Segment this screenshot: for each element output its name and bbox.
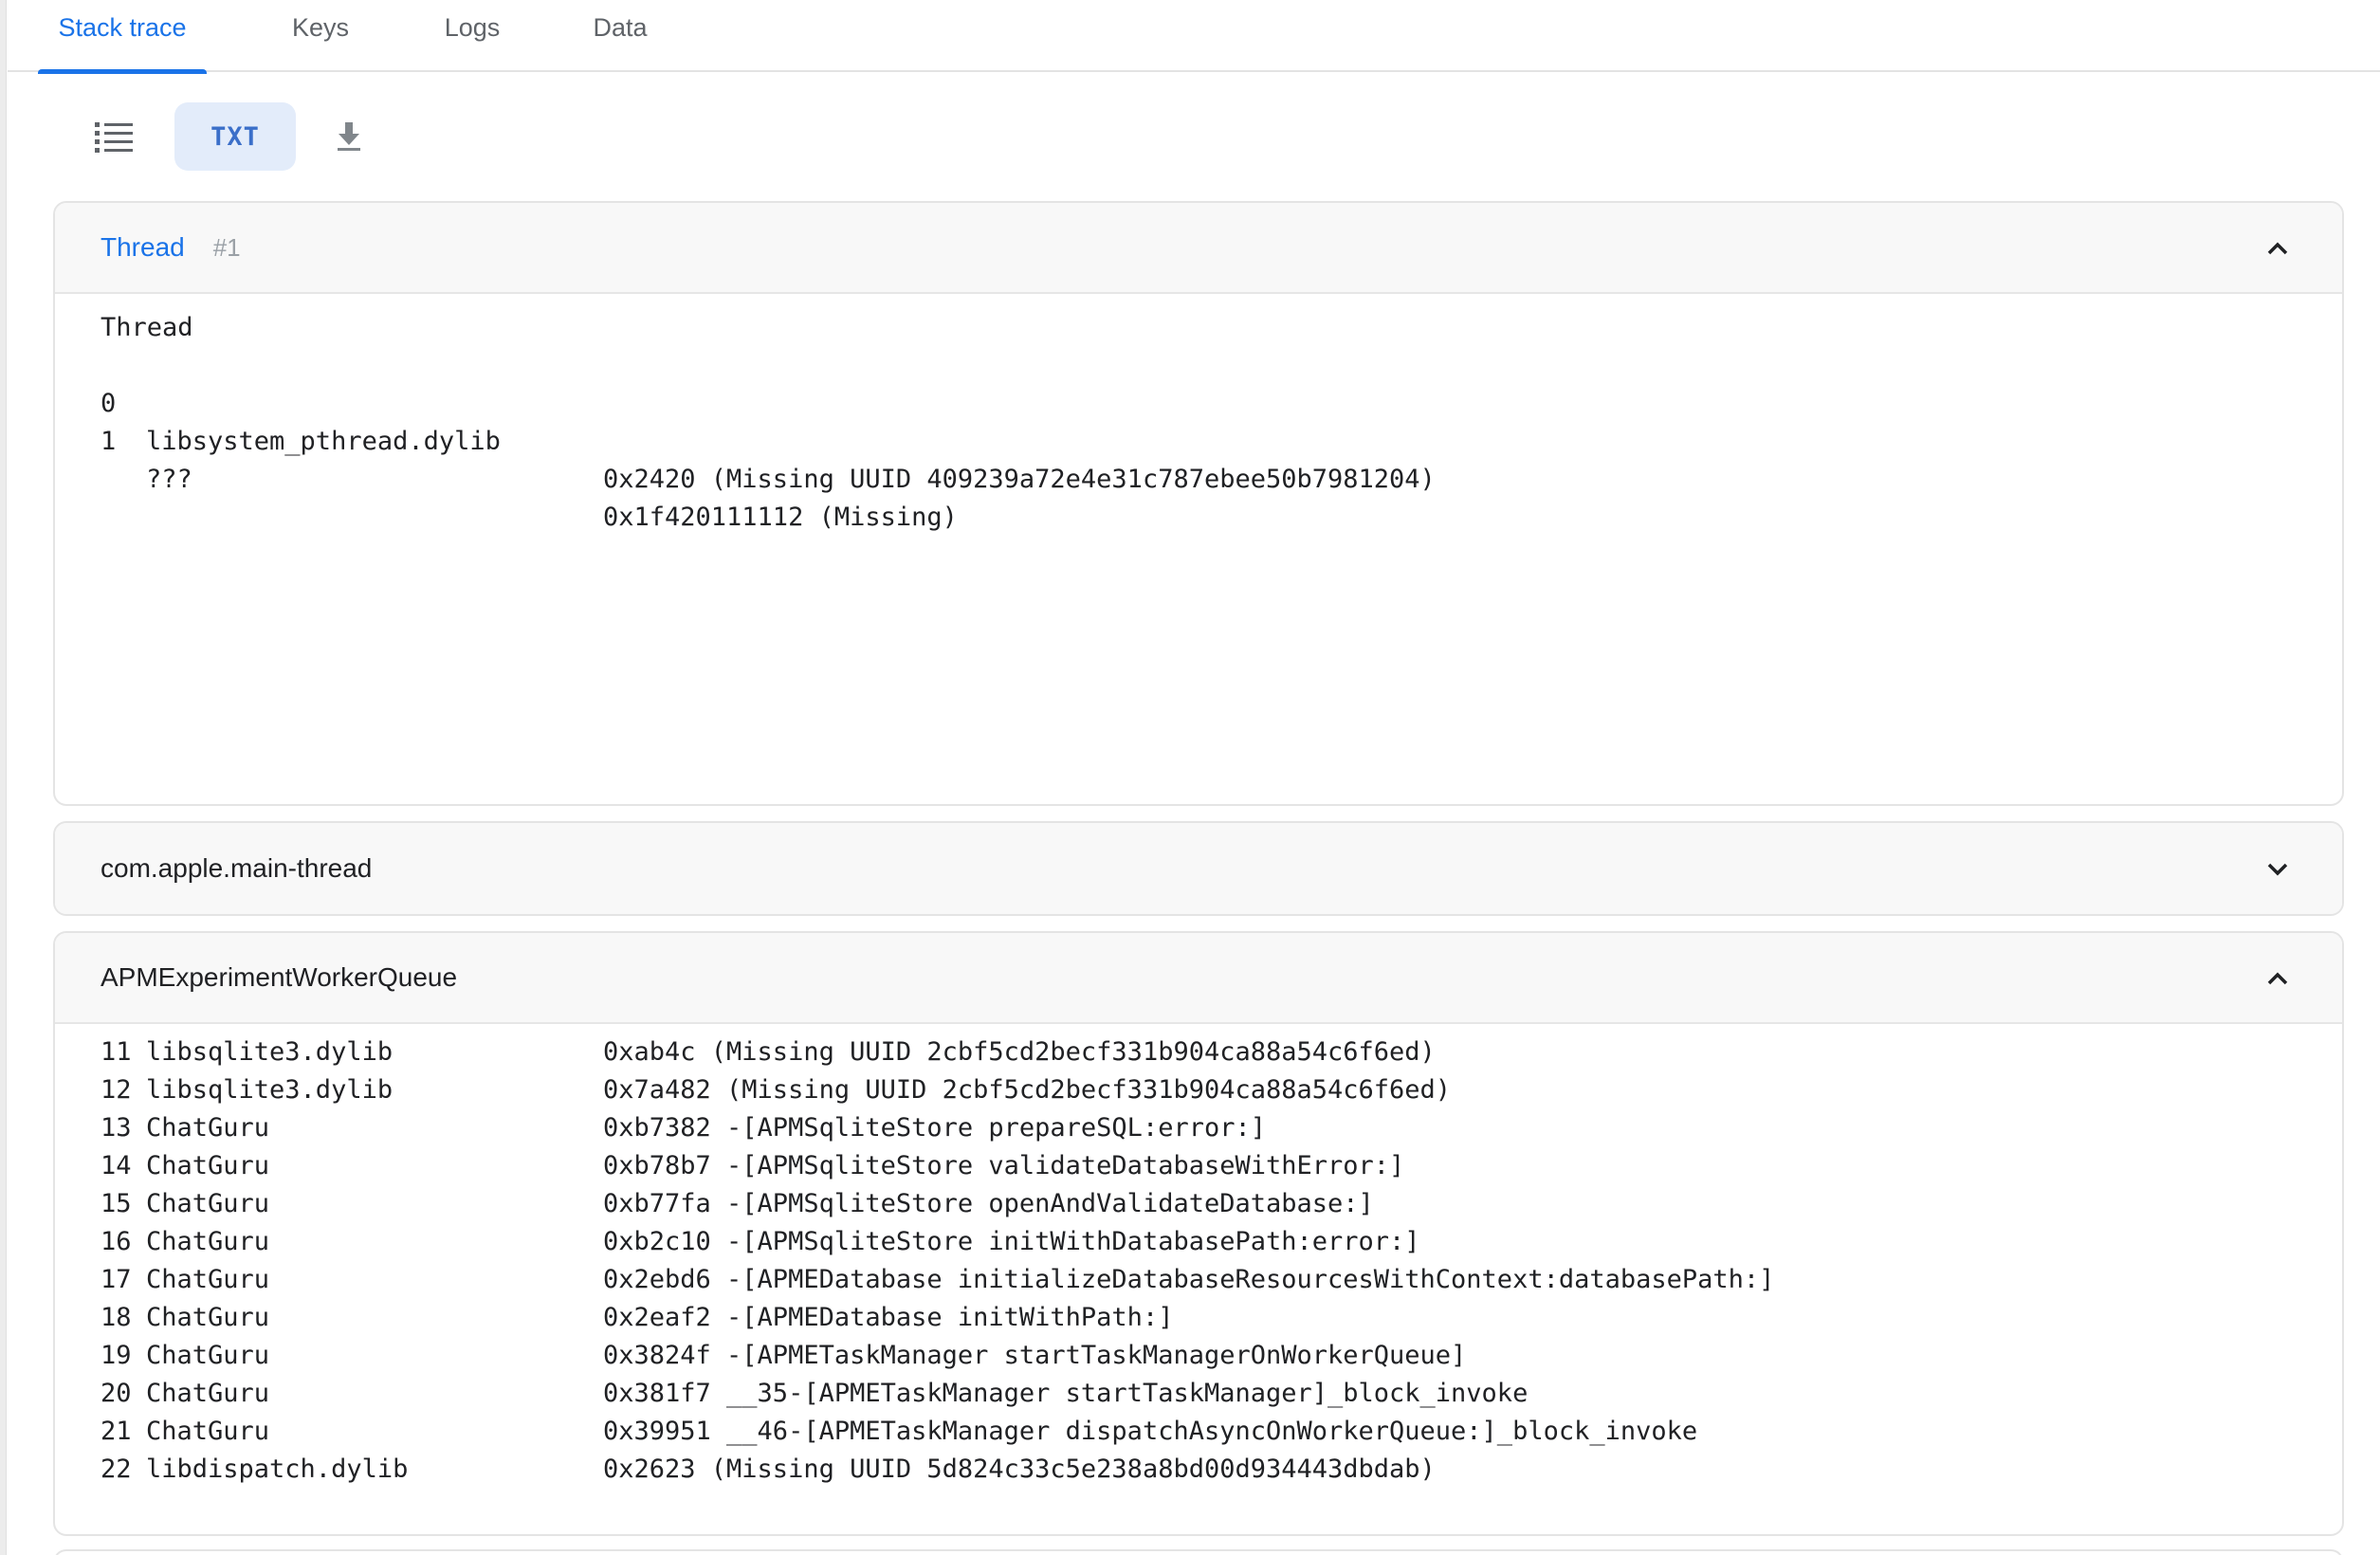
frame-index: 17 (101, 1265, 132, 1294)
frame-symbol: 0x2420 (Missing UUID 409239a72e4e31c787e… (603, 465, 1436, 494)
thread-panel-header[interactable]: Thread #1 (55, 203, 2342, 294)
tab-label: Data (593, 13, 648, 42)
frame-symbol: 0x2eaf2 -[APMEDatabase initWithPath:] (603, 1303, 1174, 1332)
frame-symbol: 0x2623 (Missing UUID 5d824c33c5e238a8bd0… (603, 1454, 1436, 1484)
worker-queue-panel-header[interactable]: APMExperimentWorkerQueue (55, 933, 2342, 1024)
thread-title: Thread (101, 232, 185, 262)
frame-index: 20 (101, 1379, 132, 1408)
frame-symbol: 0x381f7 __35-[APMETaskManager startTaskM… (603, 1379, 1529, 1408)
tab-label: Logs (444, 13, 501, 42)
frame-library: libsystem_pthread.dylib (146, 427, 501, 456)
frame-library: ChatGuru (146, 1265, 270, 1294)
frame-library: libdispatch.dylib (146, 1454, 409, 1484)
tab-data[interactable]: Data (573, 0, 668, 72)
frame-index: 21 (101, 1417, 132, 1446)
left-border (0, 0, 7, 1555)
tab-keys[interactable]: Keys (273, 0, 368, 72)
frame-index: 1 (101, 427, 117, 456)
frame-library: ChatGuru (146, 1303, 270, 1332)
tab-bar: Stack trace Keys Logs Data (8, 0, 2380, 74)
frame-symbol: 0x39951 __46-[APMETaskManager dispatchAs… (603, 1417, 1698, 1446)
frame-symbol: 0xb77fa -[APMSqliteStore openAndValidate… (603, 1189, 1374, 1218)
frame-symbol: 0x3824f -[APMETaskManager startTaskManag… (603, 1341, 1467, 1370)
main-thread-panel-header[interactable]: com.apple.main-thread (55, 823, 2342, 914)
frame-index: 11 (101, 1037, 132, 1067)
list-view-button[interactable] (53, 102, 174, 171)
frame-symbol: 0x1f420111112 (Missing) (603, 503, 958, 532)
thread-text-header: Thread (101, 313, 193, 342)
frame-symbol: 0xb78b7 -[APMSqliteStore validateDatabas… (603, 1151, 1405, 1180)
chevron-down-icon[interactable] (2264, 855, 2291, 882)
main-thread-title: com.apple.main-thread (101, 853, 373, 883)
frame-symbol: 0xab4c (Missing UUID 2cbf5cd2becf331b904… (603, 1037, 1436, 1067)
frame-symbol: 0xb7382 -[APMSqliteStore prepareSQL:erro… (603, 1113, 1266, 1143)
worker-queue-title: APMExperimentWorkerQueue (101, 962, 458, 992)
frame-row: 1 ??? 0x1f420111112 (Missing) (101, 385, 958, 532)
thread-number: #1 (212, 232, 241, 262)
worker-queue-stack-text[interactable]: 11 libsqlite3.dylib 0xab4c (Missing UUID 2… (55, 1024, 2342, 1534)
frame-index: 16 (101, 1227, 132, 1256)
tab-logs[interactable]: Logs (425, 0, 520, 72)
chevron-up-icon[interactable] (2264, 235, 2291, 262)
tab-label: Stack trace (58, 13, 187, 42)
frame-index: 19 (101, 1341, 132, 1370)
frame-library: ChatGuru (146, 1189, 270, 1218)
frame-library: ChatGuru (146, 1151, 270, 1180)
frame-library: ??? (146, 465, 192, 494)
txt-label: TXT (211, 121, 260, 152)
tab-label: Keys (291, 13, 350, 42)
download-button[interactable] (296, 102, 402, 171)
frame-library: libsqlite3.dylib (146, 1075, 394, 1105)
tab-stack-trace[interactable]: Stack trace (38, 0, 207, 74)
frame-index: 14 (101, 1151, 132, 1180)
next-thread-panel (53, 1549, 2344, 1555)
worker-queue-panel: APMExperimentWorkerQueue 11 libsqlite3.dy… (53, 931, 2344, 1536)
active-tab-indicator (38, 69, 207, 74)
frame-symbol: 0xb2c10 -[APMSqliteStore initWithDatabas… (603, 1227, 1420, 1256)
frame-library: ChatGuru (146, 1417, 270, 1446)
frame-row: 0 libsystem_pthread.dylib 0x2420 (Missin… (101, 347, 1436, 494)
frame-index: 22 (101, 1454, 132, 1484)
txt-view-button[interactable]: TXT (174, 102, 296, 171)
frame-library: libsqlite3.dylib (146, 1037, 394, 1067)
frame-library: ChatGuru (146, 1113, 270, 1143)
download-icon (338, 122, 360, 151)
frame-index: 13 (101, 1113, 132, 1143)
frame-index: 15 (101, 1189, 132, 1218)
frame-library: ChatGuru (146, 1379, 270, 1408)
frame-index: 12 (101, 1075, 132, 1105)
chevron-up-icon[interactable] (2264, 965, 2291, 992)
thread-panel: Thread #1 Thread 0 libsystem_pthread.dyl… (53, 201, 2344, 806)
main-thread-panel: com.apple.main-thread (53, 821, 2344, 916)
list-icon (95, 122, 133, 153)
frame-library: ChatGuru (146, 1227, 270, 1256)
frame-symbol: 0x7a482 (Missing UUID 2cbf5cd2becf331b90… (603, 1075, 1452, 1105)
frame-symbol: 0x2ebd6 -[APMEDatabase initializeDatabas… (603, 1265, 1775, 1294)
frame-library: ChatGuru (146, 1341, 270, 1370)
frame-index: 18 (101, 1303, 132, 1332)
